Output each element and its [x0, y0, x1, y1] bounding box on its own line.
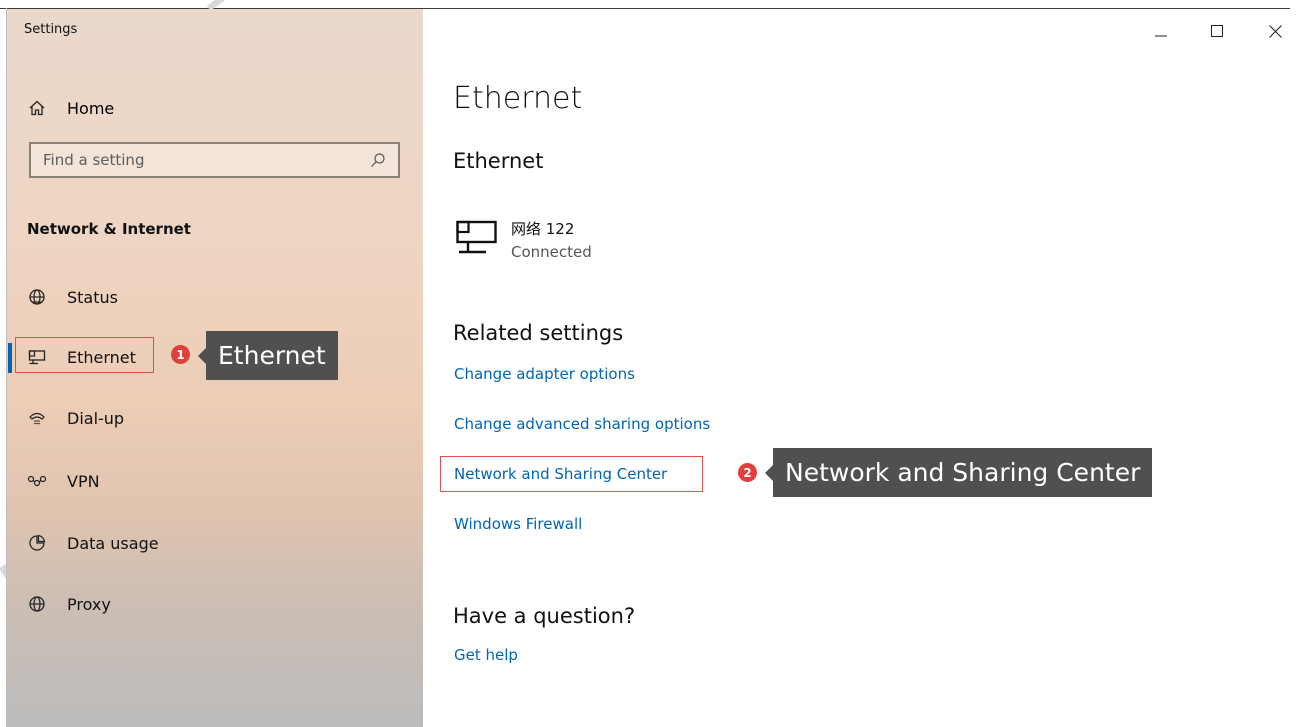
sidebar-item-vpn[interactable]: VPN	[27, 465, 100, 497]
minimize-button[interactable]	[1146, 18, 1176, 44]
vpn-icon	[27, 471, 47, 491]
get-help-link[interactable]: Get help	[454, 646, 518, 664]
sidebar-item-dial-up[interactable]: Dial-up	[27, 402, 124, 434]
annotation-badge-1: 1	[171, 345, 190, 364]
network-status: Connected	[511, 243, 592, 261]
data-usage-icon	[27, 533, 47, 553]
highlight-box-ethernet	[15, 337, 154, 373]
dial-up-icon	[27, 408, 47, 428]
close-button[interactable]	[1260, 18, 1290, 44]
windows-firewall-link[interactable]: Windows Firewall	[454, 515, 582, 533]
search-input[interactable]: Find a setting	[29, 142, 400, 178]
sidebar-item-proxy[interactable]: Proxy	[27, 588, 111, 620]
search-icon[interactable]	[370, 152, 386, 172]
annotation-callout-ethernet: Ethernet	[198, 331, 338, 380]
annotation-callout-sharing-center: Network and Sharing Center	[764, 448, 1153, 497]
sidebar-item-label: Dial-up	[67, 408, 125, 428]
sidebar-item-status[interactable]: Status	[27, 281, 118, 313]
highlight-box-sharing-center	[440, 456, 703, 492]
sidebar-item-label: Status	[67, 287, 118, 307]
change-adapter-options-link[interactable]: Change adapter options	[454, 365, 635, 383]
selected-indicator	[8, 343, 12, 373]
network-name: 网络 122	[511, 220, 575, 238]
home-label: Home	[67, 98, 115, 118]
minimize-icon	[1155, 35, 1167, 37]
sidebar-item-label: Proxy	[67, 594, 111, 614]
window-left-border	[6, 8, 7, 727]
sidebar-item-label: VPN	[67, 471, 100, 491]
question-heading: Have a question?	[453, 604, 636, 628]
sidebar-item-label: Data usage	[67, 533, 159, 553]
maximize-button[interactable]	[1202, 18, 1232, 44]
home-nav-item[interactable]: Home	[27, 93, 114, 123]
maximize-icon	[1211, 25, 1223, 37]
change-advanced-sharing-link[interactable]: Change advanced sharing options	[454, 415, 710, 433]
sidebar-item-data-usage[interactable]: Data usage	[27, 527, 159, 559]
section-title: Network & Internet	[27, 220, 191, 238]
app-title: Settings	[24, 22, 78, 37]
annotation-badge-2: 2	[738, 463, 757, 482]
search-placeholder: Find a setting	[43, 151, 145, 169]
related-settings-heading: Related settings	[453, 321, 624, 345]
proxy-globe-icon	[27, 594, 47, 614]
ethernet-network-icon	[456, 220, 498, 260]
home-icon	[27, 98, 47, 118]
page-title: Ethernet	[453, 81, 583, 116]
close-icon	[1268, 24, 1282, 38]
status-globe-icon	[27, 287, 47, 307]
section-subtitle: Ethernet	[453, 149, 544, 173]
